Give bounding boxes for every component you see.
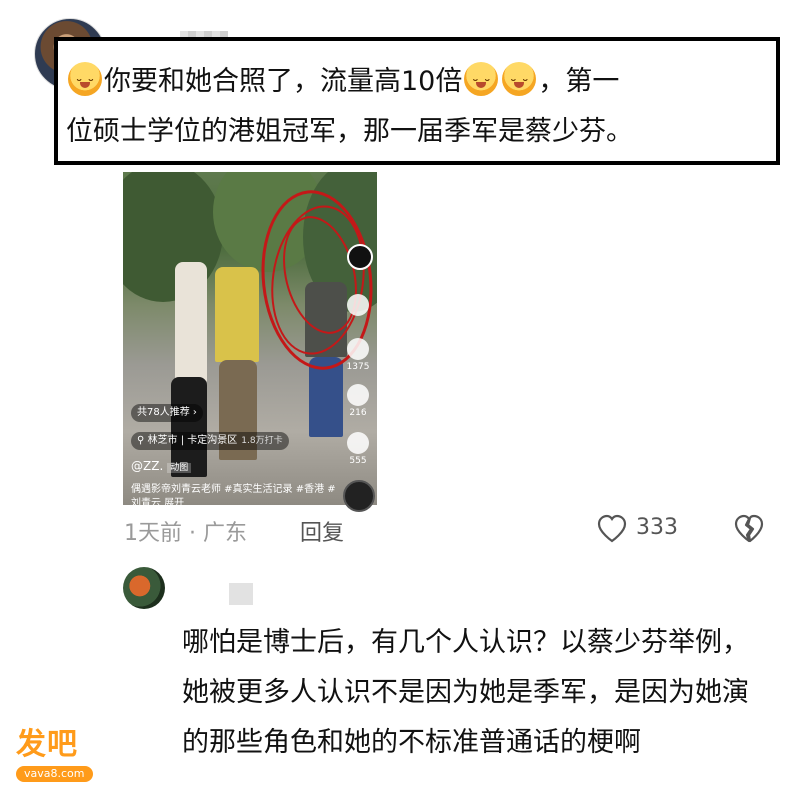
site-watermark: 发吧 vava8.com <box>16 728 93 782</box>
person-figure <box>175 262 207 382</box>
video-author[interactable]: @ZZ. 动图 <box>131 459 192 473</box>
watermark-logo: 发吧 <box>16 727 78 762</box>
location-checkins: 1.8万打卡 <box>241 436 283 446</box>
smirk-face-icon <box>464 62 499 106</box>
creator-avatar-icon[interactable] <box>347 244 373 270</box>
location-pin-icon: ⚲ <box>137 435 148 446</box>
user-avatar[interactable] <box>123 567 165 609</box>
watermark-url: vava8.com <box>16 766 93 782</box>
star-count: 216 <box>349 408 367 418</box>
reply-comment-text: 哪怕是博士后，有几个人认识？以蔡少芬举例，她被更多人认识不是因为她是季军，是因为… <box>182 627 749 758</box>
heart-outline-icon[interactable] <box>596 513 628 545</box>
smirk-face-icon <box>502 62 537 106</box>
comment-timestamp: 1天前 · 广东 <box>124 521 247 546</box>
share-icon[interactable] <box>347 432 369 454</box>
like-count: 333 <box>636 515 678 540</box>
recommend-pill[interactable]: 共78人推荐 › <box>131 404 203 422</box>
music-disc-icon[interactable] <box>343 480 375 512</box>
gif-tag: 动图 <box>167 463 192 473</box>
author-name: @ZZ. <box>131 459 164 473</box>
video-caption: 偶遇影帝刘青云老师 #真实生活记录 #香港 #刘青云 展开 <box>131 484 336 509</box>
heart-icon[interactable] <box>347 294 369 316</box>
comment-count: 1375 <box>346 362 370 372</box>
reply-button[interactable]: 回复 <box>300 515 344 547</box>
share-count: 555 <box>349 456 367 466</box>
username-blurred[interactable] <box>229 583 253 605</box>
comment-text-line-2: 位硕士学位的港姐冠军，那一届季军是蔡少芬。 <box>66 116 633 147</box>
star-icon[interactable] <box>347 384 369 406</box>
location-pill[interactable]: ⚲ 林芝市 | 卡定沟景区 1.8万打卡 <box>131 432 289 450</box>
location-label: 林芝市 | 卡定沟景区 <box>147 435 238 446</box>
comment-text-line-1: 你要和她合照了，流量高10倍 ，第一 <box>66 62 620 106</box>
person-figure <box>215 267 259 362</box>
comment-text-part: 你要和她合照了，流量高10倍 <box>104 66 463 97</box>
comment-icon[interactable] <box>347 338 369 360</box>
smirk-face-icon <box>68 62 102 106</box>
comment-text-part: ，第一 <box>538 66 620 97</box>
broken-heart-icon[interactable] <box>733 513 765 545</box>
